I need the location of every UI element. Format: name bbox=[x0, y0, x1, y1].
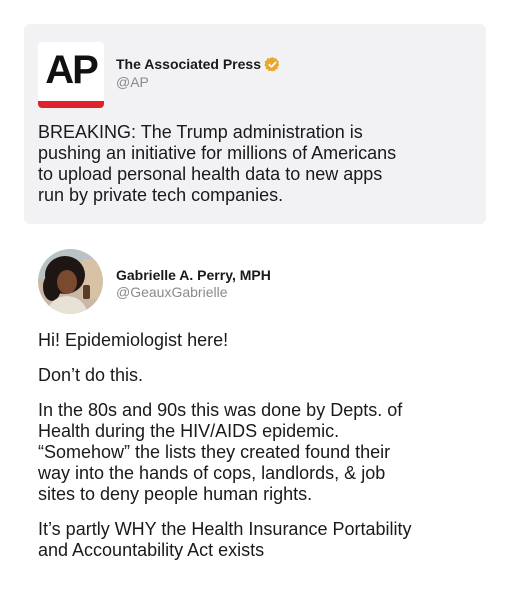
reply-paragraph: It’s partly WHY the Health Insurance Por… bbox=[38, 519, 412, 560]
quoted-author-name[interactable]: The Associated Press bbox=[116, 55, 261, 73]
ap-logo-red-bar bbox=[38, 101, 104, 108]
reply-tweet-body: Hi! Epidemiologist here! Don’t do this. … bbox=[38, 330, 498, 575]
avatar-photo-icon bbox=[38, 249, 103, 314]
quoted-author-handle[interactable]: @AP bbox=[116, 73, 149, 91]
reply-author-name[interactable]: Gabrielle A. Perry, MPH bbox=[116, 266, 271, 284]
reply-paragraph: In the 80s and 90s this was done by Dept… bbox=[38, 400, 403, 504]
verified-badge-icon bbox=[264, 57, 280, 72]
reply-author-avatar[interactable] bbox=[38, 249, 103, 314]
reply-paragraph: Don’t do this. bbox=[38, 365, 144, 385]
ap-logo-avatar[interactable]: AP bbox=[38, 42, 104, 108]
reply-paragraph: Hi! Epidemiologist here! bbox=[38, 330, 229, 350]
quoted-tweet-card[interactable]: AP The Associated Press @AP BREAKING: Th… bbox=[24, 24, 486, 224]
ap-logo-text: AP bbox=[45, 48, 99, 92]
quoted-tweet-text: BREAKING: The Trump administration is pu… bbox=[38, 122, 397, 205]
reply-author-handle[interactable]: @GeauxGabrielle bbox=[116, 283, 228, 301]
